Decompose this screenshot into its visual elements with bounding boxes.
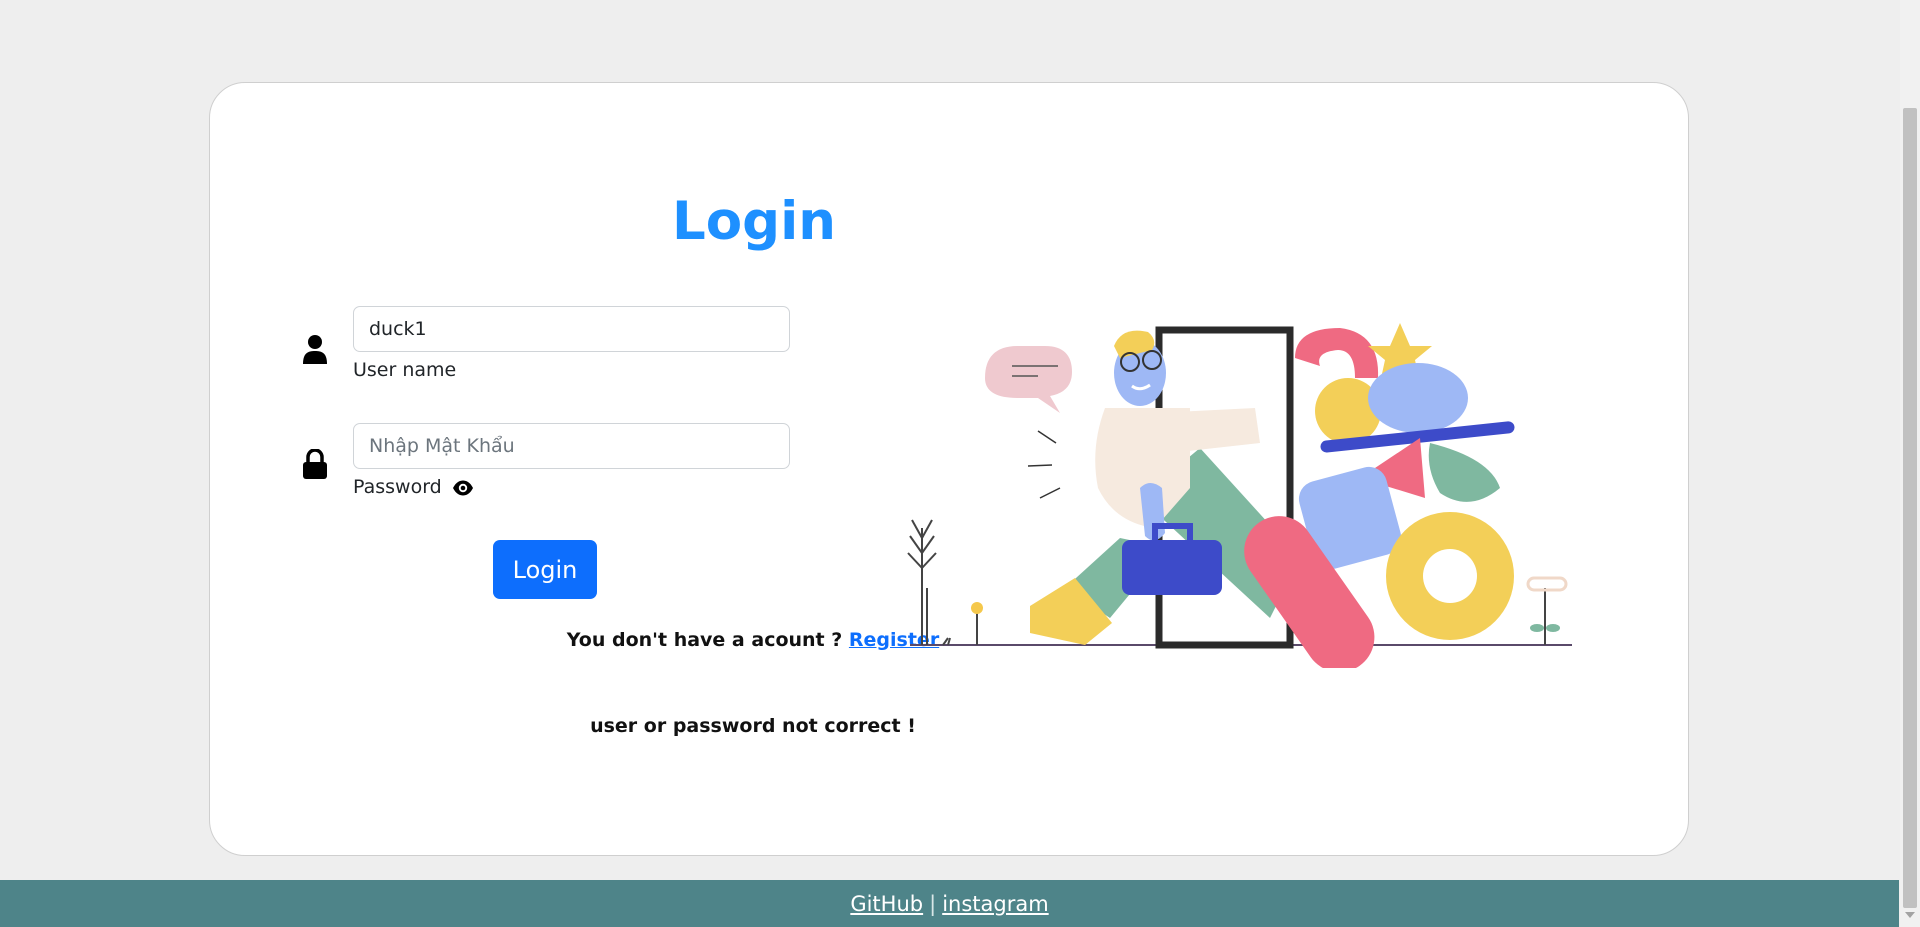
password-label: Password [353,476,442,498]
password-label-row: Password [353,476,474,498]
username-input[interactable] [353,306,790,352]
user-icon [303,334,327,364]
password-input[interactable] [353,423,790,469]
login-card: Login User name Password Login You don't… [209,82,1689,856]
scroll-down-arrow-icon[interactable] [1905,912,1915,918]
footer-separator: | [929,891,937,916]
login-button[interactable]: Login [493,540,597,599]
lock-icon [303,448,327,479]
scrollbar-thumb[interactable] [1903,108,1917,908]
username-label: User name [353,359,457,381]
footer: GitHub | instagram [0,880,1899,927]
person-walking-through-door-illustration [907,323,1572,668]
vertical-scrollbar[interactable] [1900,0,1920,927]
eye-icon[interactable] [452,479,474,496]
page-title: Login [671,191,837,252]
instagram-link[interactable]: instagram [942,892,1048,916]
error-message: user or password not correct ! [590,715,916,737]
github-link[interactable]: GitHub [850,892,923,916]
register-prompt-text: You don't have a acount ? [566,629,843,651]
